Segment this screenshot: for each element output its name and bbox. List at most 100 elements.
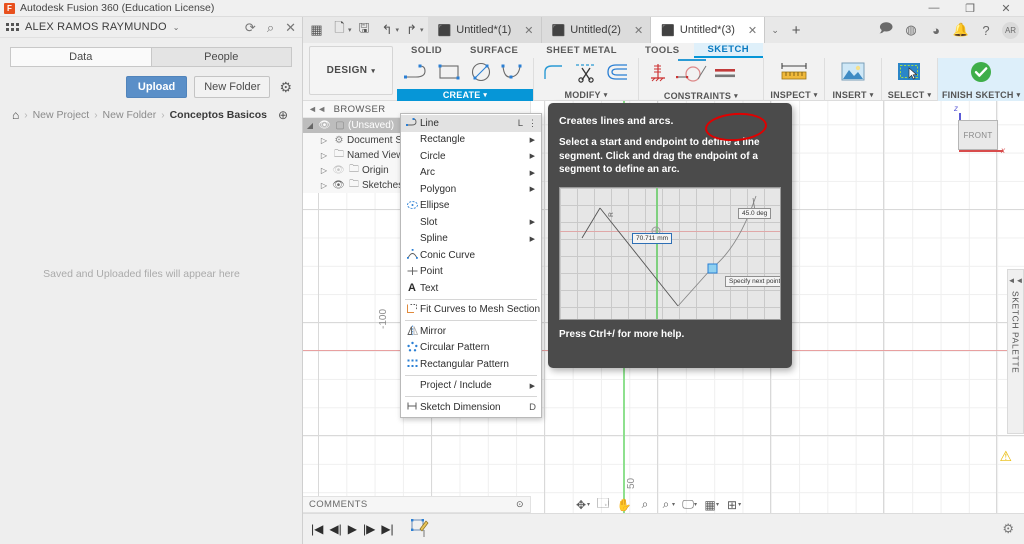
offset-icon[interactable] bbox=[603, 60, 633, 87]
circle-icon[interactable] bbox=[466, 60, 496, 87]
image-icon[interactable] bbox=[839, 59, 867, 88]
menu-item-conic-curve[interactable]: Conic Curve bbox=[401, 247, 541, 264]
warning-icon[interactable]: ⚠ bbox=[999, 448, 1012, 465]
expand-arrow-icon[interactable]: ▷ bbox=[317, 181, 331, 190]
menu-item-rectangle[interactable]: Rectangle ▶ bbox=[401, 132, 541, 149]
close-panel-icon[interactable]: ✕ bbox=[285, 21, 296, 34]
breadcrumb-item-folder[interactable]: New Folder bbox=[103, 109, 157, 121]
sketch-palette-tab[interactable]: ◄◄ SKETCH PALETTE bbox=[1007, 269, 1024, 434]
timeline-sketch-feature-icon[interactable] bbox=[410, 517, 430, 542]
view-cube[interactable]: z FRONT x bbox=[950, 104, 1005, 161]
select-cursor-icon[interactable] bbox=[895, 59, 923, 88]
gear-icon[interactable]: ⚙ bbox=[279, 79, 292, 96]
tab-surface[interactable]: SURFACE bbox=[456, 43, 532, 58]
tab-solid[interactable]: SOLID bbox=[397, 43, 456, 58]
close-button[interactable]: ✕ bbox=[988, 0, 1024, 17]
select-button-label[interactable]: SELECT ▾ bbox=[882, 89, 938, 101]
menu-item-sketch-dimension[interactable]: Sketch Dimension D bbox=[401, 399, 541, 416]
save-icon[interactable]: 🖫 bbox=[354, 18, 375, 42]
tab-overflow-icon[interactable]: ⌄ bbox=[765, 17, 785, 43]
collapse-arrows-icon[interactable]: ◄◄ bbox=[308, 104, 327, 114]
avatar[interactable]: AR bbox=[1002, 21, 1019, 39]
workspace-switcher-button[interactable]: DESIGN ▾ bbox=[309, 46, 393, 95]
chevron-down-icon[interactable]: ⌄ bbox=[173, 23, 180, 32]
new-file-icon[interactable]: 🗋 bbox=[329, 18, 350, 42]
panel-modify-label[interactable]: MODIFY ▾ bbox=[534, 89, 638, 101]
equal-icon[interactable] bbox=[712, 61, 738, 88]
rectangle-icon[interactable] bbox=[434, 60, 464, 87]
menu-item-rectangular-pattern[interactable]: Rectangular Pattern bbox=[401, 356, 541, 373]
globe-icon[interactable]: ⊕ bbox=[278, 108, 288, 122]
menu-item-project-include[interactable]: Project / Include ▶ bbox=[401, 378, 541, 395]
previous-icon[interactable]: ◀| bbox=[329, 522, 341, 536]
expand-arrow-icon[interactable]: ▷ bbox=[317, 151, 331, 160]
document-tab-2[interactable]: ⬛ Untitled(2) ✕ bbox=[541, 17, 652, 43]
ruler-icon[interactable] bbox=[778, 59, 810, 88]
line-icon[interactable] bbox=[402, 60, 432, 87]
comments-bar[interactable]: COMMENTS ⊙ bbox=[303, 496, 531, 513]
maximize-button[interactable]: ❐ bbox=[952, 0, 988, 17]
visibility-eye-icon[interactable]: 👁 bbox=[331, 180, 346, 191]
fillet-icon[interactable] bbox=[539, 60, 569, 87]
chevron-down-icon[interactable]: ▾ bbox=[587, 501, 590, 508]
tab-data[interactable]: Data bbox=[10, 47, 151, 67]
search-icon[interactable]: ⌕ bbox=[267, 21, 274, 34]
redo-icon[interactable]: ↱ bbox=[401, 18, 422, 42]
help-icon[interactable]: ? bbox=[975, 18, 997, 42]
first-icon[interactable]: |◀ bbox=[311, 522, 323, 536]
close-icon[interactable]: ✕ bbox=[524, 24, 533, 37]
inspect-button-label[interactable]: INSPECT ▾ bbox=[764, 89, 824, 101]
settings-gear-icon[interactable]: ⚙ bbox=[1002, 521, 1014, 537]
chevron-down-icon[interactable]: ▾ bbox=[672, 501, 675, 508]
tab-tools[interactable]: TOOLS bbox=[631, 43, 694, 58]
upload-button[interactable]: Upload bbox=[125, 76, 188, 98]
expand-arrow-icon[interactable]: ◢ bbox=[303, 121, 317, 130]
chevron-down-icon[interactable]: ▾ bbox=[348, 26, 352, 34]
home-icon[interactable]: ⌂ bbox=[12, 108, 19, 122]
bell-icon[interactable]: 🔔 bbox=[950, 18, 972, 42]
menu-item-overflow-icon[interactable]: ⋮ bbox=[528, 118, 541, 129]
new-folder-button[interactable]: New Folder bbox=[194, 76, 271, 98]
menu-item-arc[interactable]: Arc ▶ bbox=[401, 165, 541, 182]
panel-create-label[interactable]: CREATE ▾ bbox=[397, 89, 533, 101]
expand-arrow-icon[interactable]: ▷ bbox=[317, 136, 331, 145]
breadcrumb-item-current[interactable]: Conceptos Basicos bbox=[170, 109, 267, 121]
tab-sketch[interactable]: SKETCH bbox=[693, 43, 763, 58]
grid-apps-icon[interactable]: ▦ bbox=[306, 18, 327, 42]
visibility-eye-icon[interactable]: 👁 bbox=[331, 165, 346, 176]
refresh-icon[interactable]: ⟳ bbox=[245, 21, 256, 34]
zoom-in-icon[interactable]: ⌕ bbox=[635, 496, 655, 513]
world-icon[interactable]: ◍ bbox=[900, 18, 922, 42]
next-icon[interactable]: |▶ bbox=[363, 522, 375, 536]
menu-item-ellipse[interactable]: Ellipse bbox=[401, 198, 541, 215]
chevron-down-icon[interactable]: ▾ bbox=[694, 501, 697, 508]
clock-icon[interactable]: ◕ bbox=[925, 18, 947, 42]
menu-item-polygon[interactable]: Polygon ▶ bbox=[401, 181, 541, 198]
close-icon[interactable]: ✕ bbox=[634, 24, 643, 37]
new-tab-icon[interactable]: + bbox=[785, 17, 807, 43]
document-tab-3[interactable]: ⬛ Untitled*(3) ✕ bbox=[651, 17, 766, 43]
tab-sheet-metal[interactable]: SHEET METAL bbox=[532, 43, 631, 58]
menu-item-circle[interactable]: Circle ▶ bbox=[401, 148, 541, 165]
breadcrumb-item-project[interactable]: New Project bbox=[33, 109, 90, 121]
account-name[interactable]: ALEX RAMOS RAYMUNDO bbox=[25, 21, 167, 33]
fix-icon[interactable] bbox=[644, 61, 672, 88]
document-tab-1[interactable]: ⬛ Untitled*(1) ✕ bbox=[427, 17, 542, 43]
chevron-down-icon[interactable]: ▾ bbox=[716, 501, 719, 508]
menu-item-line[interactable]: Line L ⋮ bbox=[401, 115, 541, 132]
menu-item-point[interactable]: Point bbox=[401, 264, 541, 281]
minimize-button[interactable]: — bbox=[916, 0, 952, 17]
menu-item-spline[interactable]: Spline ▶ bbox=[401, 231, 541, 248]
play-icon[interactable]: ▶ bbox=[348, 522, 357, 536]
visibility-eye-icon[interactable]: 👁 bbox=[317, 120, 332, 131]
comments-settings-icon[interactable]: ⊙ bbox=[516, 499, 524, 510]
menu-item-circular-pattern[interactable]: Circular Pattern bbox=[401, 340, 541, 357]
pan-look-at-icon[interactable]: 🗔 bbox=[593, 496, 613, 513]
menu-item-fit-curves-to-mesh-section[interactable]: Fit Curves to Mesh Section bbox=[401, 302, 541, 319]
tangent-icon[interactable] bbox=[674, 58, 710, 91]
menu-item-mirror[interactable]: Mirror bbox=[401, 323, 541, 340]
undo-icon[interactable]: ↰ bbox=[377, 18, 398, 42]
trim-scissors-icon[interactable] bbox=[571, 60, 601, 87]
chevron-down-icon[interactable]: ▾ bbox=[420, 26, 424, 34]
menu-item-text[interactable]: A Text bbox=[401, 280, 541, 297]
